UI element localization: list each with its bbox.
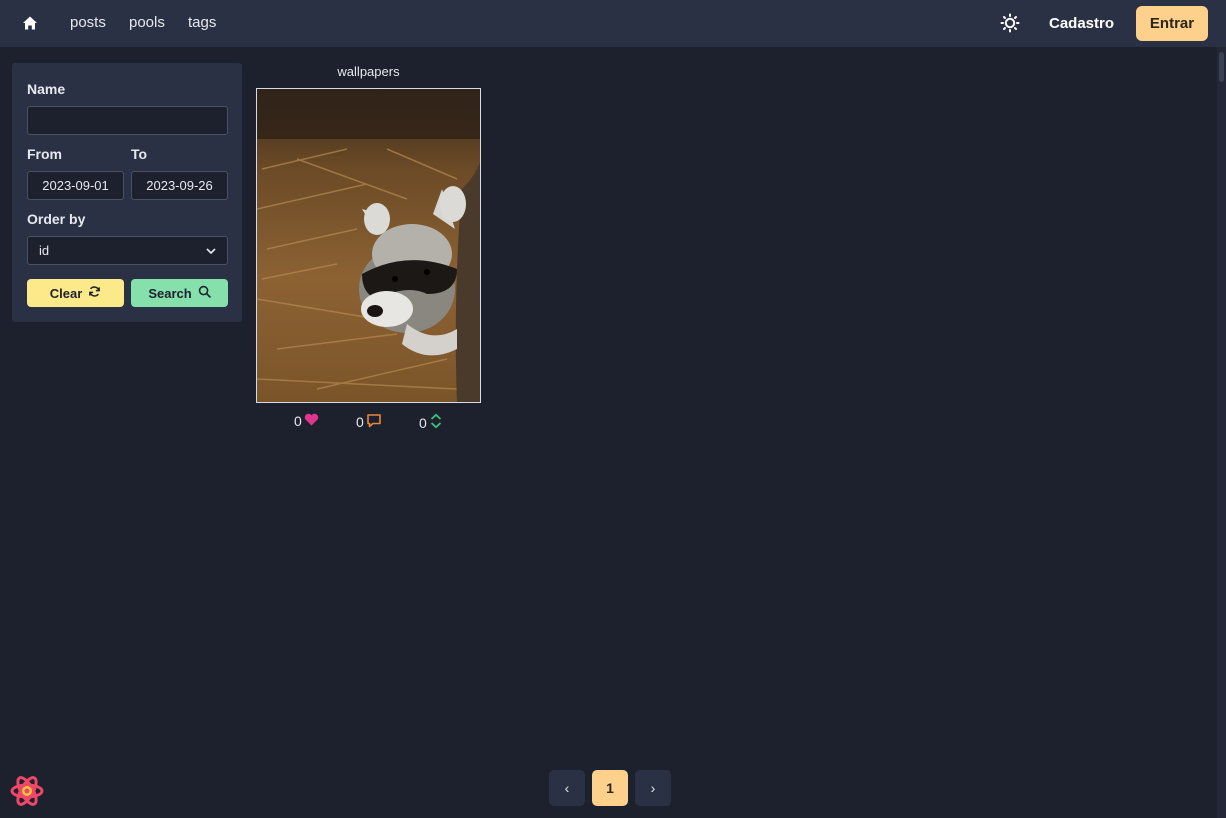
chevron-down-icon [206,243,216,258]
heart-icon [304,413,319,429]
order-by-value: id [39,243,50,258]
comments-stat[interactable]: 0 [356,413,382,431]
from-date-input[interactable]: 2023-09-01 [27,171,124,200]
nav-link-pools[interactable]: pools [129,14,165,31]
nav-link-posts[interactable]: posts [70,14,106,31]
raccoon-image [257,89,480,402]
to-date-input[interactable]: 2023-09-26 [131,171,228,200]
scrollbar-thumb[interactable] [1219,52,1224,82]
order-by-label: Order by [27,211,86,227]
sun-icon[interactable] [1000,12,1020,34]
to-label: To [131,146,148,162]
likes-stat[interactable]: 0 [294,413,319,429]
signup-link[interactable]: Cadastro [1049,15,1114,32]
filter-panel: Name From To 2023-09-01 2023-09-26 Order… [12,63,242,322]
navbar: posts pools tags Cadastro Entrar [0,0,1226,47]
home-icon[interactable] [22,15,38,31]
current-page-button[interactable]: 1 [592,770,628,806]
react-logo[interactable] [9,773,45,809]
next-page-button[interactable]: › [635,770,671,806]
search-button-label: Search [148,285,192,301]
likes-count: 0 [294,413,302,429]
name-label: Name [27,81,66,97]
login-button[interactable]: Entrar [1136,6,1208,41]
search-icon [198,285,211,301]
order-by-select[interactable]: id [27,236,228,265]
updown-icon [429,413,443,432]
scrollbar[interactable] [1217,47,1226,818]
post-thumbnail[interactable] [256,88,481,403]
search-button[interactable]: Search [131,279,228,307]
comment-icon [366,413,382,431]
comments-count: 0 [356,414,364,430]
from-label: From [27,146,62,162]
prev-page-button[interactable]: ‹ [549,770,585,806]
votes-stat[interactable]: 0 [419,413,443,432]
name-input[interactable] [27,106,228,135]
votes-count: 0 [419,414,427,431]
clear-button-label: Clear [49,285,83,301]
refresh-icon [88,285,101,301]
clear-button[interactable]: Clear [27,279,124,307]
nav-link-tags[interactable]: tags [188,14,216,31]
post-title[interactable]: wallpapers [256,64,481,79]
